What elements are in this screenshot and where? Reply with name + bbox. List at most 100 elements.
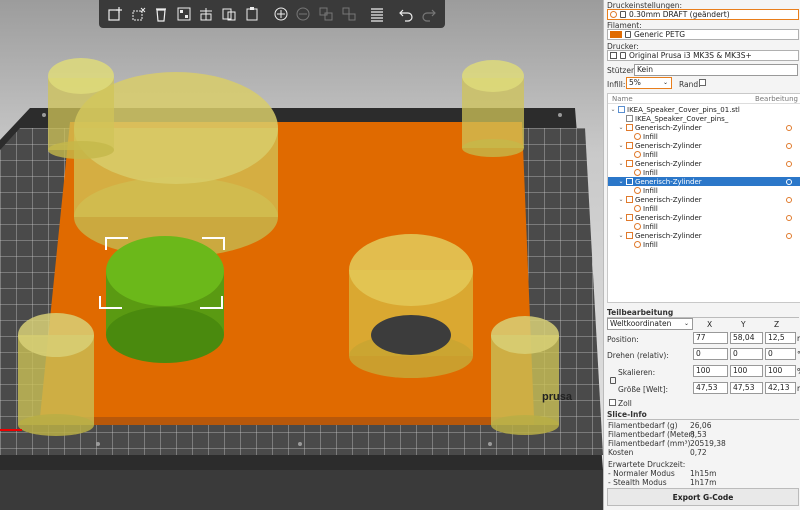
tree-row-label: Infill	[643, 150, 658, 159]
tree-row[interactable]: ⌄ Generisch-Zylinder	[608, 231, 800, 240]
chevron-down-icon[interactable]: ⌄	[618, 160, 624, 167]
position-x-field[interactable]: 77	[693, 332, 728, 344]
rotation-y-field[interactable]: 0	[730, 348, 763, 360]
scale-y-field[interactable]: 100	[730, 365, 763, 377]
undo-icon[interactable]	[396, 3, 417, 25]
print-settings-value: 0.30mm DRAFT (geändert)	[629, 10, 730, 19]
tree-row[interactable]: ⌄ Generisch-Zylinder	[608, 195, 800, 204]
edit-gear-icon[interactable]	[786, 178, 792, 185]
arrange-icon[interactable]	[173, 3, 194, 25]
rotation-x-field[interactable]: 0	[693, 348, 728, 360]
add-icon[interactable]	[105, 3, 126, 25]
clipboard-icon[interactable]	[242, 3, 263, 25]
chevron-down-icon[interactable]: ⌄	[618, 196, 624, 203]
printer-combo[interactable]: Original Prusa i3 MK3S & MK3S+	[607, 50, 799, 61]
tree-row-label: Infill	[643, 132, 658, 141]
rotation-z-field[interactable]: 0	[765, 348, 796, 360]
position-y-field[interactable]: 58,04	[730, 332, 763, 344]
tree-row[interactable]: Infill	[608, 150, 800, 159]
object-list-header: Name Bearbeitung	[608, 94, 800, 104]
chevron-down-icon[interactable]: ⌄	[618, 178, 624, 185]
infill-label: Infill:	[607, 80, 626, 89]
add-instance-icon[interactable]	[270, 3, 291, 25]
lock-icon	[620, 11, 626, 18]
axis-y-label: Y	[741, 320, 746, 329]
tree-row[interactable]: ⌄ Generisch-Zylinder	[608, 159, 800, 168]
coordinate-system-select[interactable]: Weltkoordinaten ⌄	[607, 318, 693, 330]
edit-gear-icon[interactable]	[786, 214, 792, 221]
size-z-field[interactable]: 42,13	[765, 382, 796, 394]
tree-row[interactable]: ⌄ IKEA_Speaker_Cover_pins_01.stl	[608, 105, 800, 114]
chevron-down-icon: ⌄	[683, 320, 689, 327]
layers-icon[interactable]	[367, 3, 388, 25]
inch-checkbox[interactable]	[609, 399, 616, 406]
printer-icon	[610, 52, 617, 59]
chevron-down-icon[interactable]: ⌄	[618, 214, 624, 221]
chevron-down-icon[interactable]: ⌄	[618, 142, 624, 149]
paste-icon[interactable]	[219, 3, 240, 25]
tree-row[interactable]: Infill	[608, 186, 800, 195]
scale-x-field[interactable]: 100	[693, 365, 728, 377]
chevron-down-icon[interactable]: ⌄	[618, 232, 624, 239]
tree-row[interactable]: Infill	[608, 222, 800, 231]
size-x-field[interactable]: 47,53	[693, 382, 728, 394]
remove-instance-icon[interactable]	[293, 3, 314, 25]
tree-row[interactable]: ⌄ Generisch-Zylinder	[608, 123, 800, 132]
tree-row[interactable]: ⌄ Generisch-Zylinder	[608, 213, 800, 222]
supports-combo[interactable]: Kein	[634, 64, 798, 76]
edit-gear-icon[interactable]	[786, 142, 792, 149]
bed-brand-label: prusa	[542, 391, 573, 403]
scale-label: Skalieren:	[618, 368, 656, 377]
bed-scene: prusa	[0, 58, 603, 510]
print-settings-combo[interactable]: 0.30mm DRAFT (geändert)	[607, 9, 799, 20]
tree-row-label: Infill	[643, 222, 658, 231]
delete-all-icon[interactable]	[151, 3, 172, 25]
lock-icon	[620, 52, 626, 59]
tree-row[interactable]: Infill	[608, 240, 800, 249]
tree-row[interactable]: ⌄ Generisch-Zylinder	[608, 177, 800, 186]
brim-checkbox[interactable]	[699, 79, 706, 86]
tree-row[interactable]: Infill	[608, 132, 800, 141]
setting-icon	[634, 241, 641, 248]
position-z-field[interactable]: 12,5	[765, 332, 796, 344]
chevron-down-icon[interactable]: ⌄	[610, 106, 616, 113]
filament-combo[interactable]: Generic PETG	[607, 29, 799, 40]
tree-row-label: Generisch-Zylinder	[635, 159, 702, 168]
slice-info-value: 1h17m	[690, 478, 717, 487]
slice-info-value: 0,72	[690, 448, 707, 457]
infill-value: 5%	[629, 78, 641, 87]
setting-icon	[634, 133, 641, 140]
inch-label: Zoll	[618, 399, 632, 408]
copy-icon[interactable]	[196, 3, 217, 25]
settings-gear-icon	[610, 11, 617, 18]
object-list[interactable]: Name Bearbeitung ⌄ IKEA_Speaker_Cover_pin…	[607, 93, 800, 303]
printer-value: Original Prusa i3 MK3S & MK3S+	[629, 51, 752, 60]
infill-combo[interactable]: 5% ⌄	[626, 77, 672, 89]
edit-gear-icon[interactable]	[786, 196, 792, 203]
tree-row[interactable]: Infill	[608, 204, 800, 213]
tree-row[interactable]: ⌄ Generisch-Zylinder	[608, 141, 800, 150]
redo-icon[interactable]	[418, 3, 439, 25]
export-gcode-button[interactable]: Export G-Code	[607, 488, 799, 506]
chevron-down-icon[interactable]: ⌄	[618, 124, 624, 131]
split-objects-icon[interactable]	[316, 3, 337, 25]
slice-info-label: Filamentbedarf (g)	[608, 421, 678, 430]
modifier-icon	[626, 124, 633, 131]
size-y-field[interactable]: 47,53	[730, 382, 763, 394]
slice-info-value: 8,53	[690, 430, 707, 439]
split-parts-icon[interactable]	[338, 3, 359, 25]
slice-info-label: - Normaler Modus	[608, 469, 675, 478]
tree-row[interactable]: Infill	[608, 168, 800, 177]
scale-z-field[interactable]: 100	[765, 365, 796, 377]
delete-icon[interactable]	[128, 3, 149, 25]
tree-row[interactable]: IKEA_Speaker_Cover_pins_	[608, 114, 800, 123]
top-toolbar	[99, 0, 445, 28]
tree-row-label: Infill	[643, 240, 658, 249]
tree-row-label: Infill	[643, 204, 658, 213]
edit-gear-icon[interactable]	[786, 232, 792, 239]
slice-info-value: 1h15m	[690, 469, 717, 478]
scale-lock-icon[interactable]	[610, 377, 616, 384]
edit-gear-icon[interactable]	[786, 160, 792, 167]
edit-gear-icon[interactable]	[786, 124, 792, 131]
3d-viewport[interactable]: prusa	[0, 0, 603, 510]
